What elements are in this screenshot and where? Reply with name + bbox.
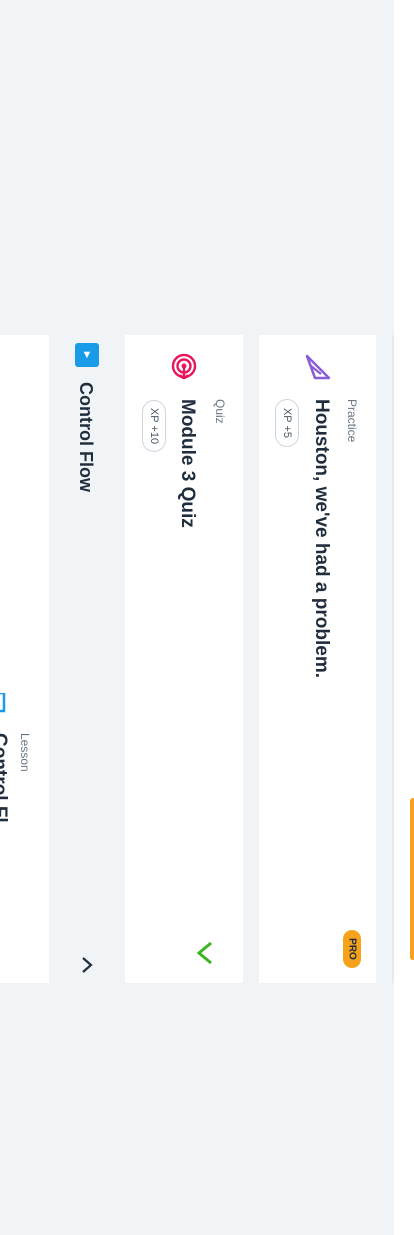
check-icon xyxy=(196,941,212,965)
practice-card[interactable]: Practice XP +5 Houston, we've had a prob… xyxy=(259,335,376,983)
lesson-icon xyxy=(0,693,6,713)
chevron-right-icon[interactable] xyxy=(79,955,95,975)
next-card-edge[interactable] xyxy=(392,335,394,983)
rocket-icon xyxy=(305,354,331,380)
lesson-title: Control Fl xyxy=(0,733,10,823)
quiz-xp-badge: XP +10 xyxy=(142,400,166,452)
quiz-title: Module 3 Quiz xyxy=(177,399,198,528)
practice-xp-badge: XP +5 xyxy=(275,399,299,447)
quiz-type-label: Quiz xyxy=(213,399,227,424)
practice-type-label: Practice xyxy=(345,399,359,443)
right-rail xyxy=(394,0,414,1235)
pro-badge: PRO xyxy=(343,930,361,968)
rail-accent xyxy=(410,798,414,960)
lesson-card[interactable]: Lesson Control Fl xyxy=(0,335,49,983)
section-title: Control Flow xyxy=(76,382,96,492)
quiz-card[interactable]: Quiz XP +10 Module 3 Quiz xyxy=(125,335,243,983)
practice-title: Houston, we've had a problem. xyxy=(311,399,332,679)
target-icon xyxy=(171,353,197,379)
caret-down-icon: ▼ xyxy=(81,349,93,361)
section-toggle-button[interactable]: ▼ xyxy=(75,343,99,367)
lesson-type-label: Lesson xyxy=(18,733,32,772)
